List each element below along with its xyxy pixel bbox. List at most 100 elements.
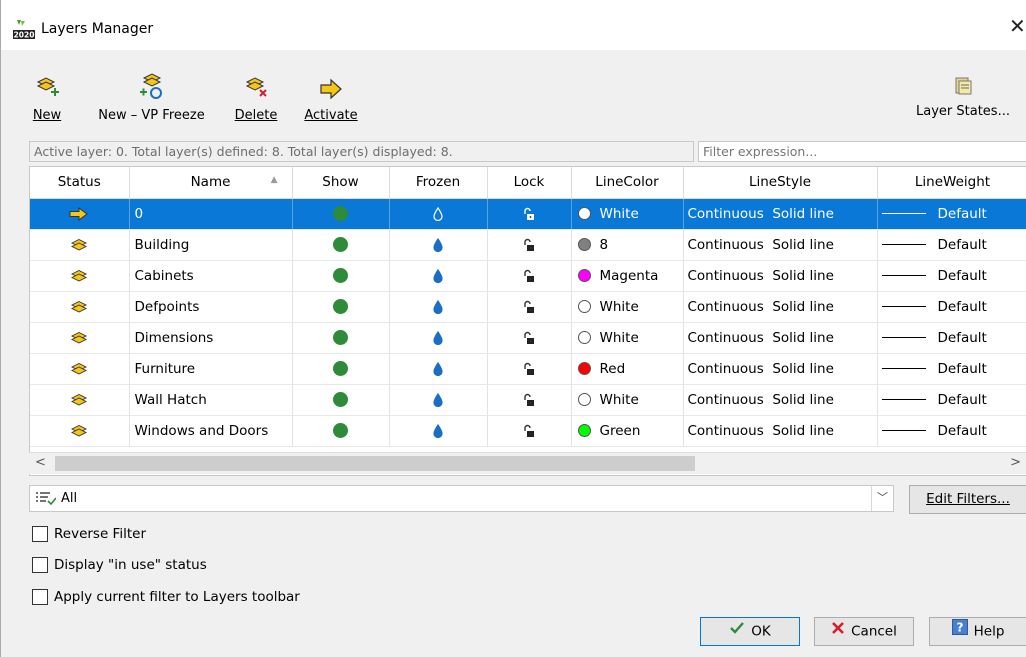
row-status[interactable] <box>30 384 130 416</box>
help-button[interactable]: ? Help <box>929 617 1026 646</box>
table-row[interactable]: Windows and Doors Green Continuous Solid l… <box>30 415 1026 447</box>
row-lock[interactable] <box>487 384 572 416</box>
row-status[interactable] <box>30 291 130 323</box>
row-name[interactable]: Windows and Doors <box>129 415 293 447</box>
row-frozen[interactable] <box>389 353 488 385</box>
row-lock[interactable] <box>487 353 572 385</box>
header-show[interactable]: Show <box>292 167 390 199</box>
layers-table[interactable]: Status Name ▲ Show Frozen Lock LineColor … <box>29 166 1026 476</box>
row-status[interactable] <box>30 229 130 261</box>
row-lineweight[interactable]: Default <box>877 198 1026 230</box>
row-linestyle[interactable]: Continuous Solid line <box>683 353 878 385</box>
row-lineweight[interactable]: Default <box>877 384 1026 416</box>
horizontal-scrollbar[interactable]: < > <box>29 452 1026 474</box>
row-linecolor[interactable]: Magenta <box>571 260 684 292</box>
row-frozen[interactable] <box>389 322 488 354</box>
row-linecolor[interactable]: Green <box>571 415 684 447</box>
row-lock[interactable] <box>487 229 572 261</box>
row-lineweight[interactable]: Default <box>877 291 1026 323</box>
header-frozen[interactable]: Frozen <box>389 167 488 199</box>
row-status[interactable] <box>30 260 130 292</box>
table-row[interactable]: Defpoints White Continuous Solid line Defau… <box>30 291 1026 323</box>
row-linecolor[interactable]: White <box>571 291 684 323</box>
row-status[interactable] <box>30 198 130 230</box>
row-lineweight[interactable]: Default <box>877 322 1026 354</box>
reverse-filter-box[interactable] <box>32 526 48 542</box>
header-status[interactable]: Status <box>30 167 130 199</box>
layer-states-button[interactable]: Layer States... <box>913 68 1013 119</box>
row-lineweight[interactable]: Default <box>877 415 1026 447</box>
table-row[interactable]: Wall Hatch White Continuous Solid line Defa… <box>30 384 1026 416</box>
header-lock[interactable]: Lock <box>487 167 572 199</box>
row-show[interactable] <box>292 384 390 416</box>
row-show[interactable] <box>292 415 390 447</box>
row-show[interactable] <box>292 291 390 323</box>
in-use-status-box[interactable] <box>32 557 48 573</box>
row-name[interactable]: Wall Hatch <box>129 384 293 416</box>
edit-filters-button[interactable]: Edit Filters... <box>909 485 1026 514</box>
apply-filter-toolbar-checkbox[interactable]: Apply current filter to Layers toolbar <box>32 589 300 605</box>
row-linestyle[interactable]: Continuous Solid line <box>683 229 878 261</box>
row-lock[interactable] <box>487 322 572 354</box>
new-vp-freeze-button[interactable]: New – VP Freeze <box>89 72 214 123</box>
row-lineweight[interactable]: Default <box>877 353 1026 385</box>
delete-layer-button[interactable]: Delete <box>227 72 285 123</box>
row-linecolor[interactable]: White <box>571 198 684 230</box>
chevron-down-icon[interactable]: ﹀ <box>871 486 893 511</box>
new-layer-button[interactable]: New <box>23 72 71 123</box>
row-linestyle[interactable]: Continuous Solid line <box>683 322 878 354</box>
close-icon[interactable]: ✕ <box>1009 14 1026 38</box>
row-lock[interactable] <box>487 291 572 323</box>
row-frozen[interactable] <box>389 198 488 230</box>
apply-filter-toolbar-box[interactable] <box>32 589 48 605</box>
row-name[interactable]: Cabinets <box>129 260 293 292</box>
scroll-left-icon[interactable]: < <box>35 455 46 470</box>
row-linestyle[interactable]: Continuous Solid line <box>683 260 878 292</box>
row-name[interactable]: Building <box>129 229 293 261</box>
activate-layer-button[interactable]: Activate <box>297 72 365 123</box>
in-use-status-checkbox[interactable]: Display "in use" status <box>32 557 207 573</box>
scroll-right-icon[interactable]: > <box>1010 455 1021 470</box>
table-row[interactable]: Dimensions White Continuous Solid line Defa… <box>30 322 1026 354</box>
row-lineweight[interactable]: Default <box>877 260 1026 292</box>
row-status[interactable] <box>30 415 130 447</box>
row-linecolor[interactable]: Red <box>571 353 684 385</box>
ok-button[interactable]: OK <box>700 617 800 646</box>
row-linestyle[interactable]: Continuous Solid line <box>683 384 878 416</box>
row-show[interactable] <box>292 353 390 385</box>
row-linestyle[interactable]: Continuous Solid line <box>683 291 878 323</box>
header-lineweight[interactable]: LineWeight <box>877 167 1026 199</box>
row-linecolor[interactable]: 8 <box>571 229 684 261</box>
scrollbar-thumb[interactable] <box>55 456 695 471</box>
row-name[interactable]: Defpoints <box>129 291 293 323</box>
row-show[interactable] <box>292 198 390 230</box>
row-linecolor[interactable]: White <box>571 322 684 354</box>
row-show[interactable] <box>292 322 390 354</box>
row-status[interactable] <box>30 353 130 385</box>
table-row[interactable]: Furniture Red Continuous Solid line Default <box>30 353 1026 385</box>
row-lock[interactable] <box>487 198 572 230</box>
row-frozen[interactable] <box>389 384 488 416</box>
header-name[interactable]: Name ▲ <box>129 167 293 199</box>
filter-expression-input[interactable] <box>698 141 1026 162</box>
row-frozen[interactable] <box>389 229 488 261</box>
layer-filter-select[interactable]: All ﹀ <box>29 485 894 512</box>
row-linecolor[interactable]: White <box>571 384 684 416</box>
row-linestyle[interactable]: Continuous Solid line <box>683 198 878 230</box>
row-linestyle[interactable]: Continuous Solid line <box>683 415 878 447</box>
row-show[interactable] <box>292 260 390 292</box>
row-lineweight[interactable]: Default <box>877 229 1026 261</box>
row-lock[interactable] <box>487 415 572 447</box>
row-frozen[interactable] <box>389 260 488 292</box>
table-row[interactable]: Cabinets Magenta Continuous Solid line Defa… <box>30 260 1026 292</box>
reverse-filter-checkbox[interactable]: Reverse Filter <box>32 526 146 542</box>
header-linecolor[interactable]: LineColor <box>571 167 684 199</box>
row-name[interactable]: Furniture <box>129 353 293 385</box>
row-name[interactable]: 0 <box>129 198 293 230</box>
table-row[interactable]: 0 White Continuous Solid line Default <box>30 198 1026 230</box>
row-frozen[interactable] <box>389 291 488 323</box>
row-frozen[interactable] <box>389 415 488 447</box>
header-linestyle[interactable]: LineStyle <box>683 167 878 199</box>
cancel-button[interactable]: Cancel <box>814 617 914 646</box>
row-lock[interactable] <box>487 260 572 292</box>
